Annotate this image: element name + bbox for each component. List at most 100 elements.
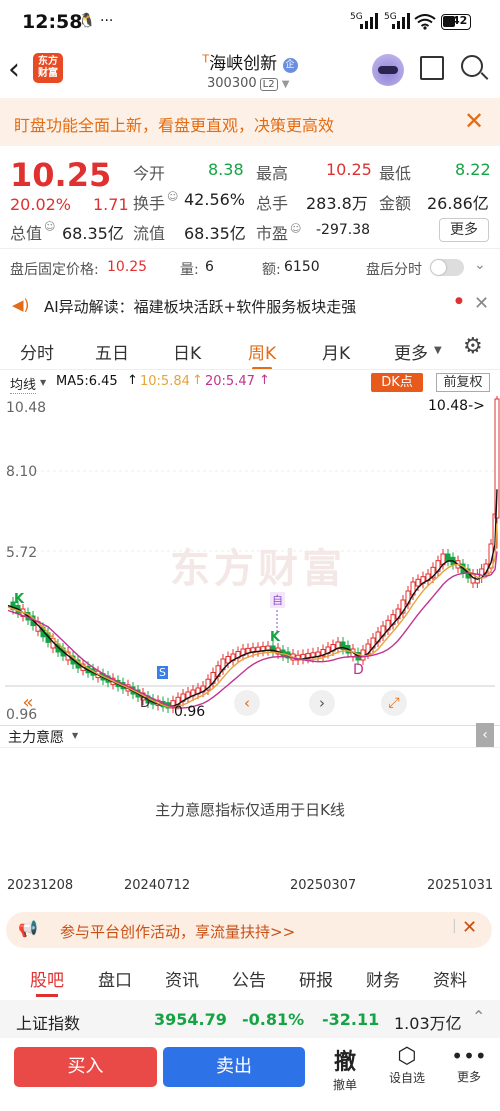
tab-finance[interactable]: 财务 xyxy=(366,966,400,991)
ma20-value: 20:5.47 xyxy=(205,374,255,389)
avatar[interactable] xyxy=(372,54,404,86)
add-watchlist-button[interactable]: ⬡ 设自选 xyxy=(382,1044,432,1086)
info-icon[interactable]: ☺ xyxy=(167,190,178,203)
battery-level: 42 xyxy=(452,14,468,27)
search-icon[interactable] xyxy=(461,55,483,77)
pe-label: 市盈 xyxy=(256,224,289,243)
status-bar: 12:58 🐧 ··· 5G 5G 42 xyxy=(0,0,500,44)
adjust-button[interactable]: 前复权 xyxy=(436,373,490,392)
collapse-icon[interactable]: ‹ xyxy=(476,723,494,747)
sub-indicator-selector[interactable]: 主力意愿 xyxy=(8,727,64,747)
tab-minute[interactable]: 分时 xyxy=(20,339,54,364)
ma-legend: 均线 ▼ MA5:6.45 ↑ 10:5.84 ↑ 20:5.47 ↑ xyxy=(0,371,500,395)
megaphone-icon: 📢 xyxy=(18,919,38,938)
more-label: 更多 xyxy=(456,1070,481,1084)
low-value: 8.22 xyxy=(455,160,491,179)
up-arrow-icon: ↑ xyxy=(259,373,270,388)
ma10-value: 10:5.84 xyxy=(140,374,190,389)
kline-chart[interactable]: 东方财富 10.48 8.10 5.72 0.96 10.48-> 0.96 K… xyxy=(0,394,500,723)
gear-icon[interactable]: ⚙ xyxy=(463,334,483,359)
after-hours-row: 盘后固定价格: 10.25 量: 6 额: 6150 盘后分时 ⌄ xyxy=(0,253,500,283)
volume-label: 总手 xyxy=(256,194,289,213)
chevron-down-icon: ▼ xyxy=(40,378,47,387)
chevron-down-icon: ▼ xyxy=(72,731,79,740)
cancel-order-button[interactable]: 撤撤单 xyxy=(320,1044,370,1093)
expand-icon[interactable]: ⤢ xyxy=(381,690,407,716)
dot-icon: ● xyxy=(455,296,463,306)
tab-pankou[interactable]: 盘口 xyxy=(98,966,132,991)
turnover-label: 换手 xyxy=(133,194,166,213)
change-pct: 20.02% xyxy=(10,195,72,214)
promo-banner[interactable]: 盯盘功能全面上新，看盘更直观，决策更高效 ✕ xyxy=(0,98,500,146)
tab-more-caret-icon: ▼ xyxy=(434,345,442,356)
date-tick: 20250307 xyxy=(290,878,357,893)
tab-week-k[interactable]: 周K xyxy=(248,339,276,370)
sell-button[interactable]: 卖出 xyxy=(163,1047,305,1087)
y-tick-2: 8.10 xyxy=(6,464,38,480)
s-marker: S xyxy=(157,666,168,679)
info-icon[interactable]: ☺ xyxy=(44,220,55,233)
hexagon-icon: ⬡ xyxy=(397,1044,417,1069)
timeshare-toggle[interactable] xyxy=(430,259,464,276)
stock-code[interactable]: 300300 L2 ▼ xyxy=(207,76,289,91)
close-icon[interactable]: ✕ xyxy=(464,107,484,135)
date-axis: 20231208 20240712 20250307 20251031 xyxy=(0,876,500,898)
scroll-left-icon[interactable]: « xyxy=(14,692,42,714)
activity-banner[interactable]: 📢 参与平台创作活动，享流量扶持>> | ✕ xyxy=(6,912,492,948)
amount-value: 26.86亿 xyxy=(427,194,489,213)
share-icon[interactable] xyxy=(420,56,444,80)
level2-badge: L2 xyxy=(259,78,278,91)
date-tick: 20251031 xyxy=(427,878,494,893)
index-pct: -0.81% xyxy=(242,1010,305,1029)
cancel-label: 撤单 xyxy=(332,1078,357,1092)
tab-news[interactable]: 资讯 xyxy=(165,966,199,991)
more-actions-button[interactable]: ••• 更多 xyxy=(444,1044,494,1085)
custom-marker: 自 xyxy=(270,592,285,608)
tab-guba[interactable]: 股吧 xyxy=(30,966,64,997)
max-label: 10.48-> xyxy=(428,398,485,414)
index-change: -32.11 xyxy=(322,1010,380,1029)
stock-title: 海峡创新 xyxy=(209,54,278,74)
d-marker: D xyxy=(140,696,151,711)
chevron-down-icon[interactable]: ⌄ xyxy=(474,257,486,273)
ma-selector[interactable]: 均线 xyxy=(10,374,37,394)
banner-text: 参与平台创作活动，享流量扶持>> xyxy=(60,923,296,941)
after-amt-label: 额: xyxy=(262,262,281,278)
dk-point-button[interactable]: DK点 xyxy=(371,373,423,392)
next-icon[interactable]: › xyxy=(309,690,335,716)
period-tabs: 分时 五日 日K 周K 月K 更多 ▼ ⚙ xyxy=(0,330,500,370)
bottom-tabs: 股吧 盘口 资讯 公告 研报 财务 资料 xyxy=(0,958,500,998)
sub-indicator-message: 主力意愿指标仅适用于日K线 xyxy=(155,801,345,819)
close-icon[interactable]: ✕ xyxy=(474,293,489,314)
signal-bars-icon-2 xyxy=(392,13,412,29)
min-label: 0.96 xyxy=(174,704,206,720)
buy-button[interactable]: 买入 xyxy=(14,1047,157,1087)
after-vol-label: 量: xyxy=(180,262,199,278)
more-dots-icon: ••• xyxy=(451,1044,487,1068)
info-icon[interactable]: ☺ xyxy=(290,222,301,235)
tab-research[interactable]: 研报 xyxy=(299,966,333,991)
close-icon[interactable]: ✕ xyxy=(462,917,477,938)
after-amt-value: 6150 xyxy=(284,259,320,275)
tab-notice[interactable]: 公告 xyxy=(232,966,266,991)
k-marker: K xyxy=(14,592,25,607)
enterprise-badge-icon: 企 xyxy=(282,58,298,73)
after-price-value: 10.25 xyxy=(107,259,148,275)
date-tick: 20231208 xyxy=(7,878,74,893)
chevron-up-icon[interactable]: ⌃ xyxy=(472,1007,485,1026)
tab-five-day[interactable]: 五日 xyxy=(95,339,129,364)
tab-more[interactable]: 更多 xyxy=(394,339,428,364)
volume-value: 283.8万 xyxy=(306,194,368,213)
tab-day-k[interactable]: 日K xyxy=(173,339,201,364)
ai-insight-row[interactable]: ◀) AI异动解读：福建板块活跃+软件服务板块走强 ● ✕ xyxy=(0,290,500,322)
after-vol-value: 6 xyxy=(205,259,214,275)
divider xyxy=(0,369,500,370)
index-value: 3954.79 xyxy=(154,1010,227,1029)
more-button[interactable]: 更多 xyxy=(439,218,489,242)
index-ticker[interactable]: 上证指数 3954.79 -0.81% -32.11 1.03万亿 ⌃ xyxy=(0,1000,500,1038)
after-price-label: 盘后固定价格: xyxy=(10,262,99,278)
stock-header: ‹ 东方 财富 T海峡创新 企 300300 L2 ▼ xyxy=(0,44,500,96)
tab-month-k[interactable]: 月K xyxy=(322,339,350,364)
tab-profile[interactable]: 资料 xyxy=(433,966,467,991)
prev-icon[interactable]: ‹ xyxy=(234,690,260,716)
